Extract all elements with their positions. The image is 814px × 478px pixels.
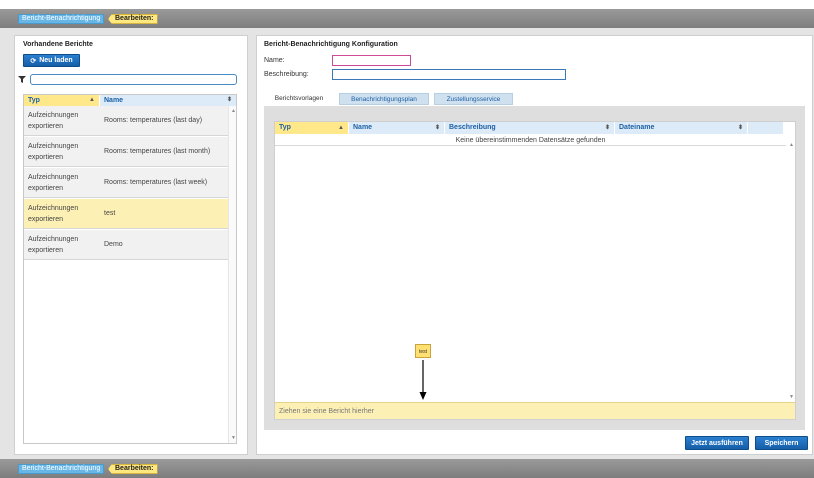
table-row[interactable]: Aufzeichnungen exportieren Rooms: tempera… [24, 106, 236, 136]
reports-grid-header: Typ ▲ Name ⬍ [24, 95, 236, 106]
existing-reports-title: Vorhandene Berichte [23, 41, 93, 48]
filter-icon[interactable] [18, 75, 26, 83]
top-toolbar: Bericht-Benachrichtigung Bearbeiten: [0, 9, 814, 28]
run-now-button[interactable]: Jetzt ausführen [685, 436, 749, 450]
column-header-description[interactable]: Beschreibung ⬍ [445, 122, 615, 134]
row-type: Aufzeichnungen exportieren [28, 235, 79, 254]
arrow-down-icon [419, 360, 427, 400]
configuration-title: Bericht-Benachrichtigung Konfiguration [264, 41, 398, 48]
sort-icon: ⬍ [604, 125, 610, 131]
column-header-name[interactable]: Name ⬍ [349, 122, 445, 134]
scroll-down-icon[interactable]: ▼ [231, 435, 236, 441]
table-row[interactable]: Aufzeichnungen exportieren Rooms: tempera… [24, 168, 236, 198]
column-header-type-label: Typ [28, 97, 40, 104]
table-row[interactable]: Aufzeichnungen exportieren Demo [24, 230, 236, 260]
templates-grid-header: Typ ▲ Name ⬍ Beschreibung ⬍ Dateiname ⬍ [275, 122, 795, 134]
scroll-up-icon[interactable]: ▲ [231, 108, 236, 114]
scroll-up-icon[interactable]: ▲ [789, 142, 794, 148]
filter-input[interactable] [30, 74, 237, 85]
column-header-type-label: Typ [279, 124, 291, 131]
sort-asc-icon: ▲ [89, 97, 95, 103]
row-type: Aufzeichnungen exportieren [28, 173, 79, 192]
drop-zone[interactable]: Ziehen sie eine Bericht hierher [275, 402, 795, 419]
column-header-extra [748, 122, 784, 134]
row-type: Aufzeichnungen exportieren [28, 111, 79, 130]
row-name: Rooms: temperatures (last month) [104, 148, 211, 155]
column-header-type[interactable]: Typ ▲ [275, 122, 349, 134]
sort-asc-icon: ▲ [338, 125, 344, 131]
column-header-name-label: Name [353, 124, 373, 131]
breadcrumb-edit[interactable]: Bearbeiten: [108, 14, 158, 24]
sort-icon: ⬍ [737, 125, 743, 131]
scroll-down-icon[interactable]: ▼ [789, 394, 794, 400]
tab-notification-schedule[interactable]: Benachrichtigungsplan [339, 93, 429, 105]
tab-report-templates[interactable]: Berichtsvorlagen [264, 93, 334, 105]
save-button[interactable]: Speichern [755, 436, 808, 450]
sort-icon: ⬍ [434, 125, 440, 131]
row-name: test [104, 210, 116, 217]
reports-grid-scrollbar[interactable]: ▲ ▼ [228, 106, 236, 443]
templates-grid: Typ ▲ Name ⬍ Beschreibung ⬍ Dateiname ⬍ … [274, 121, 796, 420]
refresh-icon: ⟳ [30, 57, 37, 65]
tab-delivery-service[interactable]: Zustellungsservice [434, 93, 513, 105]
name-input[interactable] [332, 55, 411, 66]
templates-grid-scrollbar[interactable]: ▲ ▼ [787, 134, 795, 402]
column-header-description-label: Beschreibung [449, 124, 496, 131]
row-name: Demo [104, 241, 123, 248]
description-label: Beschreibung: [264, 71, 309, 78]
bottom-toolbar: Bericht-Benachrichtigung Bearbeiten: [0, 459, 814, 478]
empty-message: Keine übereinstimmenden Datensätze gefun… [275, 135, 786, 146]
column-header-type[interactable]: Typ ▲ [24, 95, 100, 106]
column-header-name-label: Name [104, 97, 124, 104]
sort-icon: ⬍ [226, 97, 232, 103]
breadcrumb-edit[interactable]: Bearbeiten: [108, 464, 158, 474]
column-header-filename[interactable]: Dateiname ⬍ [615, 122, 748, 134]
reload-button[interactable]: ⟳ Neu laden [23, 54, 80, 67]
row-type: Aufzeichnungen exportieren [28, 142, 79, 161]
table-row[interactable]: Aufzeichnungen exportieren Rooms: tempera… [24, 137, 236, 167]
table-row-selected[interactable]: Aufzeichnungen exportieren test [24, 199, 236, 229]
column-header-name[interactable]: Name ⬍ [100, 95, 236, 106]
row-name: Rooms: temperatures (last day) [104, 117, 203, 124]
reports-grid: Typ ▲ Name ⬍ Aufzeichnungen exportieren R… [23, 94, 237, 444]
row-type: Aufzeichnungen exportieren [28, 204, 79, 223]
breadcrumb-report-notification[interactable]: Bericht-Benachrichtigung [18, 14, 105, 24]
reload-label: Neu laden [39, 57, 73, 64]
column-header-filename-label: Dateiname [619, 124, 655, 131]
breadcrumb-report-notification[interactable]: Bericht-Benachrichtigung [18, 464, 105, 474]
description-input[interactable] [332, 69, 566, 80]
row-name: Rooms: temperatures (last week) [104, 179, 208, 186]
name-label: Name: [264, 57, 285, 64]
dragged-report-chip[interactable]: test [415, 344, 431, 358]
